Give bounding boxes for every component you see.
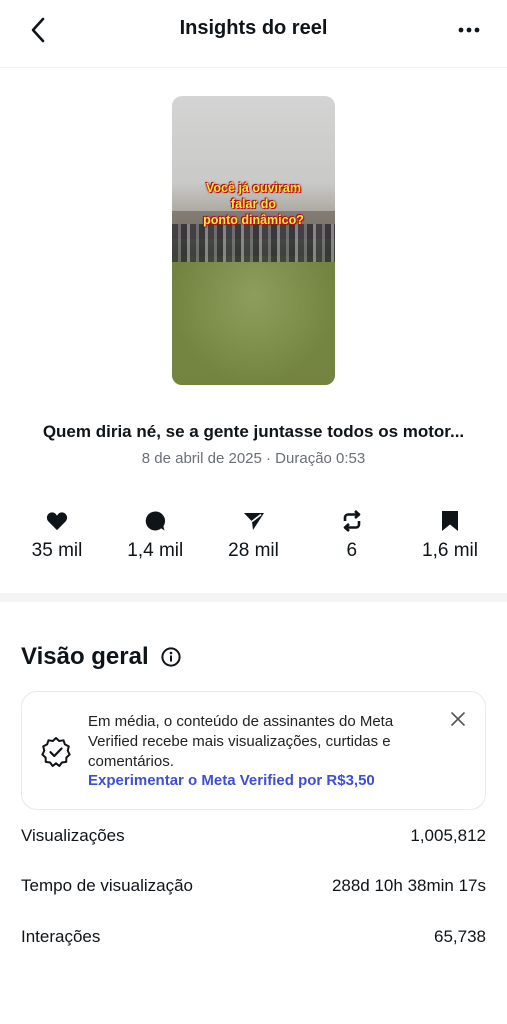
- stat-shares[interactable]: 28 mil: [215, 508, 293, 562]
- overlay-line: Você já ouviram: [206, 181, 301, 195]
- overlay-line: ponto dinâmico?: [203, 213, 304, 227]
- heart-icon: [46, 512, 68, 531]
- page-title: Insights do reel: [179, 17, 328, 39]
- close-icon[interactable]: [449, 710, 467, 728]
- stat-likes[interactable]: 35 mil: [18, 508, 96, 562]
- chevron-left-icon: [31, 17, 45, 43]
- stat-saves[interactable]: 1,6 mil: [411, 508, 489, 562]
- stat-comments[interactable]: 1,4 mil: [116, 508, 194, 562]
- repost-icon: [343, 510, 361, 532]
- metric-label: Interações: [21, 927, 101, 946]
- meta-verified-link[interactable]: Experimentar o Meta Verified por R$3,50: [88, 772, 375, 789]
- reel-meta: 8 de abril de 2025 · Duração 0:53: [141, 450, 366, 467]
- card-text: Em média, o conteúdo de assinantes do Me…: [88, 713, 394, 770]
- metric-row-interactions[interactable]: Interações 65,738: [21, 927, 486, 947]
- thumbnail-grass: [172, 256, 335, 385]
- metric-value: 1,005,812: [410, 826, 486, 845]
- stat-value: 1,4 mil: [127, 540, 184, 561]
- more-horizontal-icon: [458, 27, 480, 33]
- info-icon[interactable]: [161, 647, 181, 667]
- more-options-button[interactable]: [455, 18, 483, 42]
- top-bar: Insights do reel: [0, 0, 507, 68]
- thumbnail-crowd: [172, 224, 335, 262]
- reel-caption: Quem diria né, se a gente juntasse todos…: [42, 422, 465, 441]
- verified-badge-icon: [41, 737, 71, 767]
- metric-label: Visualizações: [21, 826, 125, 845]
- overview-title: Visão geral: [21, 643, 149, 670]
- engagement-stats: 35 mil 1,4 mil 28 mil 6 1,6 mil: [0, 508, 507, 562]
- reel-thumbnail[interactable]: Você já ouviram falar do ponto dinâmico?: [172, 96, 335, 385]
- stat-value: 6: [346, 540, 358, 561]
- overview-header: Visão geral: [21, 643, 181, 671]
- stat-value: 35 mil: [31, 540, 83, 561]
- overlay-line: falar do: [230, 197, 277, 211]
- metric-value: 288d 10h 38min 17s: [331, 876, 486, 895]
- stat-value: 28 mil: [228, 540, 279, 561]
- thumbnail-overlay-text: Você já ouviram falar do ponto dinâmico?: [172, 180, 335, 228]
- metric-value: 65,738: [434, 927, 486, 946]
- section-divider: [0, 593, 507, 602]
- metric-row-views[interactable]: Visualizações 1,005,812: [21, 826, 486, 846]
- meta-verified-card: Em média, o conteúdo de assinantes do Me…: [21, 691, 486, 810]
- stat-value: 1,6 mil: [422, 540, 478, 561]
- metric-row-watch-time[interactable]: Tempo de visualização 288d 10h 38min 17s: [21, 876, 486, 896]
- send-icon: [243, 513, 264, 530]
- bookmark-icon: [442, 511, 458, 531]
- metric-label: Tempo de visualização: [21, 876, 193, 895]
- stat-reposts[interactable]: 6: [313, 508, 391, 562]
- comment-icon: [145, 511, 166, 531]
- back-button[interactable]: [24, 16, 52, 44]
